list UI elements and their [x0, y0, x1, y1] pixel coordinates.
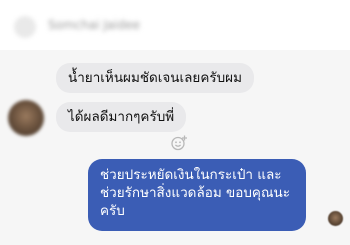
message-thread[interactable]: น้ำยาเห็นผมชัดเจนเลยครับผม ได้ผลดีมากๆคร… [0, 50, 350, 245]
chat-header: Somchai Jaidee [0, 0, 350, 50]
incoming-message[interactable]: น้ำยาเห็นผมชัดเจนเลยครับผม [56, 63, 254, 93]
seen-avatar [328, 211, 343, 226]
message-line: ช่วยประหยัดเงินในกระเป๋า และ [100, 167, 282, 183]
smiley-plus-icon[interactable] [170, 134, 188, 152]
outgoing-message[interactable]: ช่วยประหยัดเงินในกระเป๋า และ ช่วยรักษาสิ… [88, 159, 306, 231]
message-line: ครับ [100, 203, 125, 219]
contact-name[interactable]: Somchai Jaidee [48, 18, 140, 32]
incoming-message[interactable]: ได้ผลดีมากๆครับพี่ [56, 102, 187, 132]
contact-avatar[interactable] [8, 100, 44, 136]
header-avatar[interactable] [14, 16, 36, 38]
message-line: ช่วยรักษาสิ่งแวดล้อม ขอบคุณนะ [100, 185, 290, 201]
